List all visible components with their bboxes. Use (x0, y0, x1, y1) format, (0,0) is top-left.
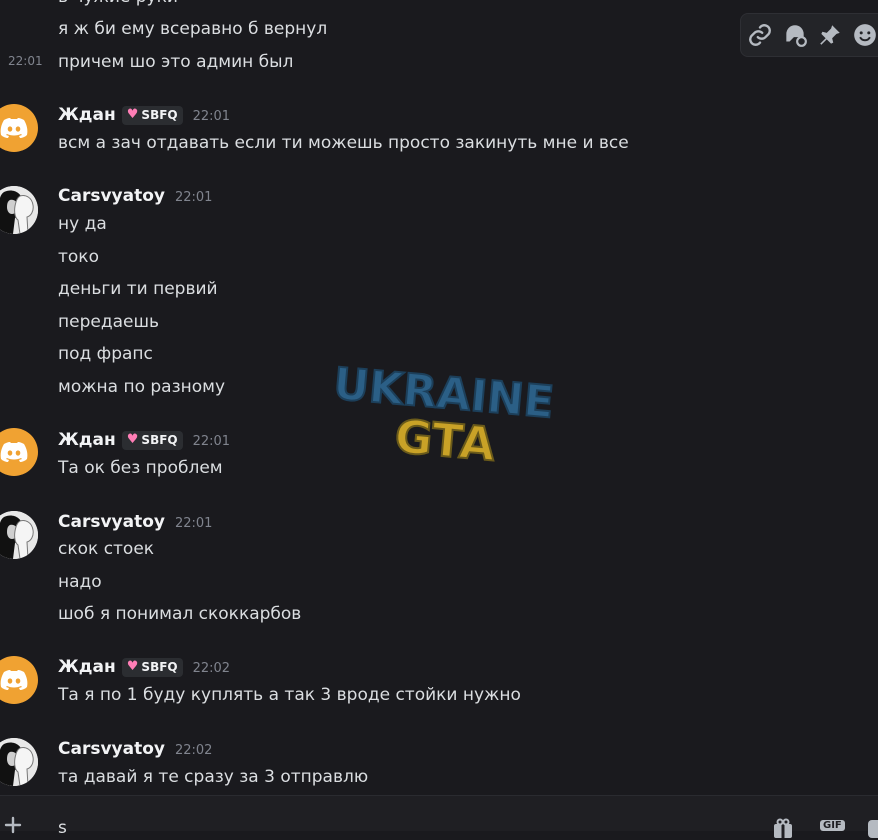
message-author[interactable]: Carsvyatoy 22:02 (58, 738, 212, 762)
server-tag[interactable]: ♥ SBFQ (121, 657, 183, 677)
avatar[interactable] (0, 656, 38, 704)
discord-logo-icon (0, 442, 28, 462)
server-tag[interactable]: ♥ SBFQ (121, 105, 183, 125)
message-timestamp: 22:01 (192, 434, 231, 449)
server-tag[interactable]: ♥ SBFQ (121, 430, 183, 450)
hover-timestamp: 22:01 (8, 54, 43, 68)
message-text: ну да (58, 214, 107, 234)
message-text: токо (58, 247, 99, 267)
message-timestamp: 22:01 (174, 516, 213, 531)
message-input[interactable]: s (58, 818, 67, 838)
avatar[interactable] (0, 511, 38, 559)
message-text: под фрапс (58, 344, 153, 364)
discord-logo-icon (0, 670, 28, 690)
pin-icon[interactable] (817, 22, 843, 48)
gif-icon[interactable]: GIF (820, 820, 845, 831)
message-composer[interactable]: s GIF (0, 795, 878, 838)
avatar[interactable] (0, 186, 38, 234)
message-text: скок стоек (58, 539, 155, 559)
user-photo-icon (0, 186, 38, 234)
reply-thread-icon[interactable] (782, 22, 808, 48)
message-text: Та ок без проблем (58, 458, 223, 478)
message-text: надо (58, 572, 102, 592)
heart-icon: ♥ (126, 432, 139, 447)
discord-logo-icon (0, 118, 28, 138)
message-text: шоб я понимал скоккарбов (58, 604, 302, 624)
message-timestamp: 22:02 (192, 661, 231, 676)
message-text: всм а зач отдавать если ти можешь просто… (58, 133, 629, 153)
message-author[interactable]: Carsvyatoy 22:01 (58, 511, 212, 535)
message-author[interactable]: Ждан ♥ SBFQ 22:02 (58, 656, 230, 680)
message-text: можна по разному (58, 377, 226, 397)
message-timestamp: 22:02 (174, 743, 213, 758)
svg-text:GTA: GTA (393, 409, 498, 470)
message-author[interactable]: Ждан ♥ SBFQ 22:01 (58, 104, 230, 128)
message-text: деньги ти первий (58, 279, 218, 299)
user-photo-icon (0, 511, 38, 559)
heart-icon: ♥ (126, 659, 139, 674)
avatar[interactable] (0, 428, 38, 476)
message-text: я ж би ему всеравно б вернул (58, 19, 328, 39)
message-text: передаешь (58, 312, 160, 332)
message-hover-toolbar (740, 13, 878, 57)
avatar[interactable] (0, 104, 38, 152)
chat-messages: в чужие руки я ж би ему всеравно б верну… (0, 0, 878, 795)
ukraine-gta-watermark: UKRAINE GTA (333, 360, 553, 470)
message-timestamp: 22:01 (192, 109, 231, 124)
heart-icon: ♥ (126, 107, 139, 122)
message-text: причем шо это админ был (58, 52, 294, 72)
avatar[interactable] (0, 738, 38, 786)
message-text: та давай я те сразу за 3 отправлю (58, 767, 369, 787)
message-text: в чужие руки (58, 0, 178, 8)
message-text: Та я по 1 буду куплять а так 3 вроде сто… (58, 685, 521, 705)
message-timestamp: 22:01 (174, 190, 213, 205)
message-author[interactable]: Carsvyatoy 22:01 (58, 185, 212, 209)
add-icon[interactable] (2, 814, 24, 836)
link-icon[interactable] (747, 22, 773, 48)
emoji-icon[interactable] (852, 22, 878, 48)
gift-icon[interactable] (772, 818, 794, 840)
user-photo-icon (0, 738, 38, 786)
sticker-icon[interactable] (866, 818, 878, 840)
message-author[interactable]: Ждан ♥ SBFQ 22:01 (58, 429, 230, 453)
